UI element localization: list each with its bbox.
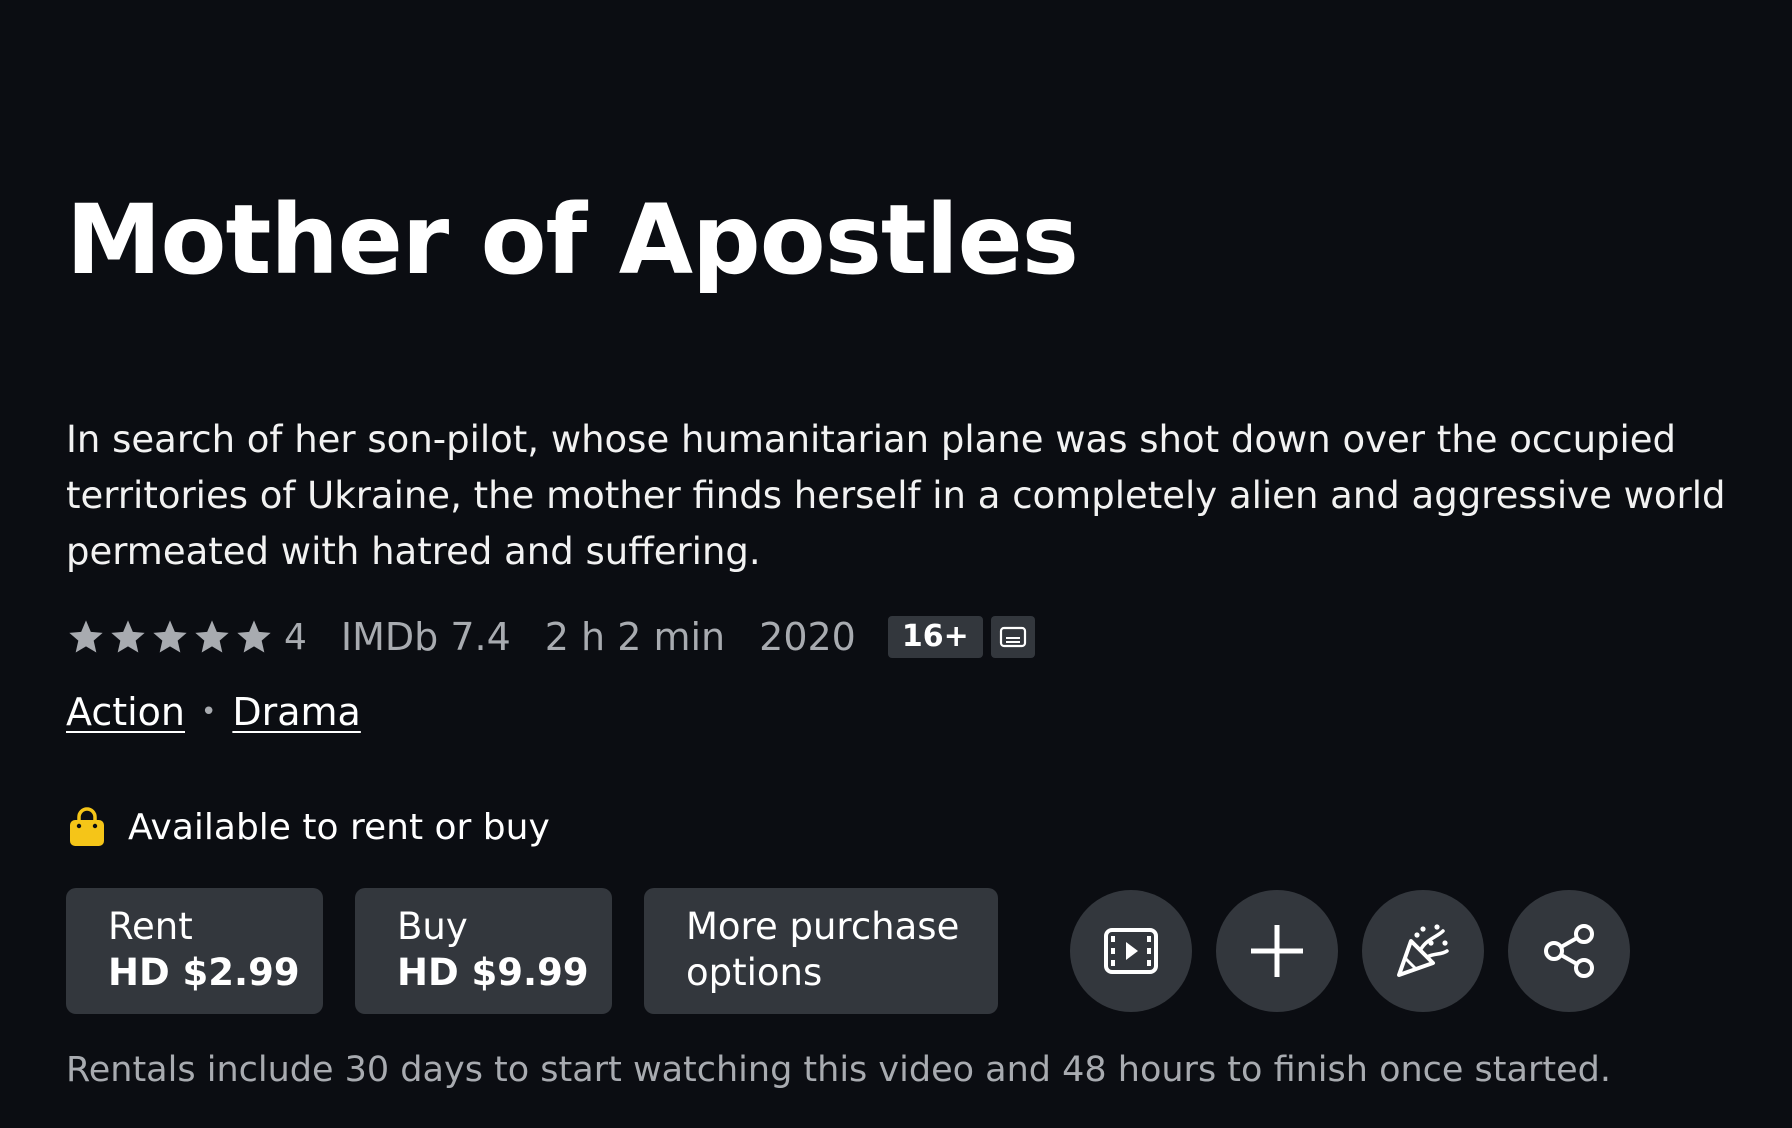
maturity-rating-badge: 16+ xyxy=(887,616,983,658)
meta-row: 4 IMDb 7.4 2 h 2 min 2020 16+ xyxy=(66,612,1035,662)
share-icon xyxy=(1544,924,1594,978)
subtitles-icon xyxy=(990,616,1035,658)
imdb-rating: IMDb 7.4 xyxy=(340,615,511,659)
runtime: 2 h 2 min xyxy=(544,615,726,659)
synopsis: In search of her son-pilot, whose humani… xyxy=(66,418,1726,573)
rent-button-price: HD $2.99 xyxy=(108,951,300,994)
availability-text: Available to rent or buy xyxy=(128,806,550,848)
buy-button-label: Buy xyxy=(397,905,468,948)
trailer-icon xyxy=(1104,928,1158,974)
detail-page: Mother of Apostles In search of her son-… xyxy=(0,0,1792,1128)
star-icon xyxy=(195,620,229,653)
buy-button-price: HD $9.99 xyxy=(397,951,589,994)
availability-notice: Available to rent or buy xyxy=(66,806,550,848)
action-bar: Rent HD $2.99 Buy HD $9.99 More purchase… xyxy=(66,888,1654,1014)
plus-icon xyxy=(1251,925,1303,977)
rent-button-label: Rent xyxy=(108,905,193,948)
party-icon xyxy=(1397,924,1449,977)
star-icon xyxy=(153,620,187,653)
add-to-watchlist-button[interactable] xyxy=(1216,890,1338,1012)
star-rating[interactable] xyxy=(66,617,274,657)
rent-button[interactable]: Rent HD $2.99 xyxy=(66,888,323,1014)
rental-terms-note: Rentals include 30 days to start watchin… xyxy=(66,1050,1611,1090)
release-year: 2020 xyxy=(759,615,856,659)
trailer-button[interactable] xyxy=(1070,890,1192,1012)
buy-button[interactable]: Buy HD $9.99 xyxy=(355,888,612,1014)
rating-count: 4 xyxy=(284,616,307,658)
shopping-bag-icon xyxy=(70,807,104,846)
genre-link-action[interactable]: Action xyxy=(66,690,185,734)
page-title: Mother of Apostles xyxy=(66,184,1079,296)
more-options-line2: options xyxy=(686,951,823,994)
more-options-line1: More purchase xyxy=(686,905,960,948)
watch-party-button[interactable] xyxy=(1362,890,1484,1012)
genre-link-drama[interactable]: Drama xyxy=(232,690,360,734)
star-icon xyxy=(69,620,103,653)
genre-separator: • xyxy=(201,697,217,727)
share-button[interactable] xyxy=(1508,890,1630,1012)
more-purchase-options-button[interactable]: More purchase options xyxy=(644,888,998,1014)
star-icon xyxy=(237,620,271,653)
genre-list: Action • Drama xyxy=(66,690,361,734)
star-icon xyxy=(111,620,145,653)
